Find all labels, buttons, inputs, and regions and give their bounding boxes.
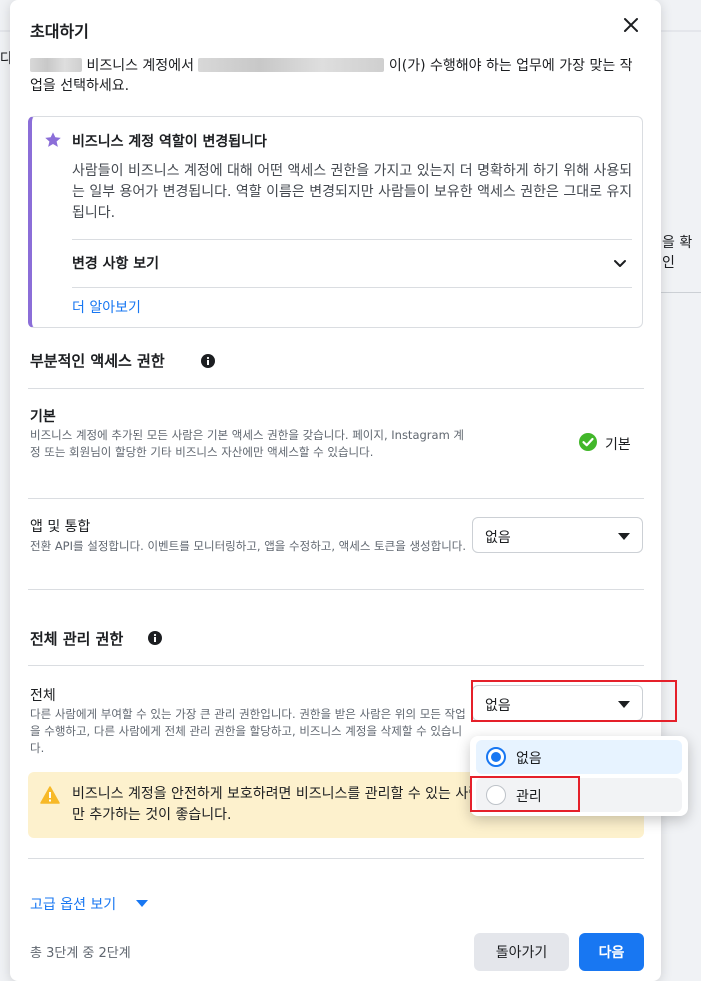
highlight-option — [470, 776, 580, 812]
apps-permission-select[interactable]: 없음 — [472, 517, 643, 553]
invite-dialog: 초대하기 비즈니스 계정에서 이(가) 수행해야 하는 업무에 가장 맞는 작업… — [10, 0, 677, 981]
notice-heading: 비즈니스 계정 역할이 변경됩니다 — [72, 134, 267, 150]
partial-access-heading: 부분적인 액세스 권한 — [30, 352, 165, 370]
step-indicator: 총 3단계 중 2단계 — [30, 946, 131, 961]
apps-permission-title: 앱 및 통합 — [30, 519, 91, 535]
basic-permission-description: 비즈니스 계정에 추가된 모든 사람은 기본 액세스 권한을 갖습니다. 페이지… — [30, 428, 465, 459]
highlight-select — [471, 680, 677, 722]
redacted-account-name — [198, 58, 385, 72]
caret-down-icon — [618, 533, 630, 540]
warning-icon — [40, 786, 60, 804]
close-icon[interactable] — [620, 14, 642, 36]
radio-selected-icon[interactable] — [486, 747, 506, 767]
advanced-options-link[interactable]: 고급 옵션 보기 — [30, 894, 116, 914]
notice-body: 사람들이 비즈니스 계정에 대해 어떤 액세스 권한을 가지고 있는지 더 명확… — [72, 163, 633, 221]
basic-status-label: 기본 — [605, 437, 631, 453]
back-button[interactable]: 돌아가기 — [474, 933, 569, 971]
redacted-user-name — [30, 58, 82, 72]
full-access-heading: 전체 관리 권한 — [30, 630, 124, 648]
check-circle-icon — [579, 433, 597, 451]
info-icon[interactable] — [148, 631, 162, 645]
description-part-1: 비즈니스 계정에서 — [86, 58, 194, 74]
section-divider — [28, 665, 644, 666]
dialog-description: 비즈니스 계정에서 이(가) 수행해야 하는 업무에 가장 맞는 작업을 선택하… — [30, 56, 640, 96]
basic-permission-title: 기본 — [30, 409, 56, 425]
apps-select-value: 없음 — [485, 530, 511, 546]
full-permission-title: 전체 — [30, 688, 56, 704]
view-changes-toggle[interactable]: 변경 사항 보기 — [72, 253, 159, 273]
star-icon — [45, 132, 61, 147]
background-right-text: 을 확인 — [662, 235, 693, 271]
next-button[interactable]: 다음 — [579, 933, 644, 971]
warning-text: 비즈니스 계정을 안전하게 보호하려면 비즈니스를 관리할 수 있는 사람만 추… — [72, 786, 482, 823]
role-change-notice: 비즈니스 계정 역할이 변경됩니다 사람들이 비즈니스 계정에 대해 어떤 액세… — [28, 116, 643, 328]
dropdown-option-none[interactable]: 없음 — [476, 740, 682, 774]
dialog-title: 초대하기 — [30, 22, 89, 41]
chevron-down-icon[interactable] — [612, 255, 628, 271]
full-permission-description: 다른 사람에게 부여할 수 있는 가장 큰 관리 권한입니다. 권한을 받은 사… — [30, 707, 466, 755]
section-divider — [28, 589, 644, 590]
dropdown-option-label: 없음 — [516, 751, 542, 767]
section-divider — [28, 858, 644, 859]
notice-divider — [72, 287, 632, 288]
info-icon[interactable] — [201, 354, 215, 368]
learn-more-link[interactable]: 더 알아보기 — [72, 297, 141, 317]
section-divider — [28, 388, 644, 389]
section-divider — [28, 498, 644, 499]
caret-down-icon[interactable] — [136, 900, 148, 907]
apps-permission-description: 전환 API를 설정합니다. 이벤트를 모니터링하고, 앱을 수정하고, 액세스… — [30, 539, 467, 553]
notice-divider — [72, 239, 632, 240]
background-divider — [661, 292, 701, 293]
